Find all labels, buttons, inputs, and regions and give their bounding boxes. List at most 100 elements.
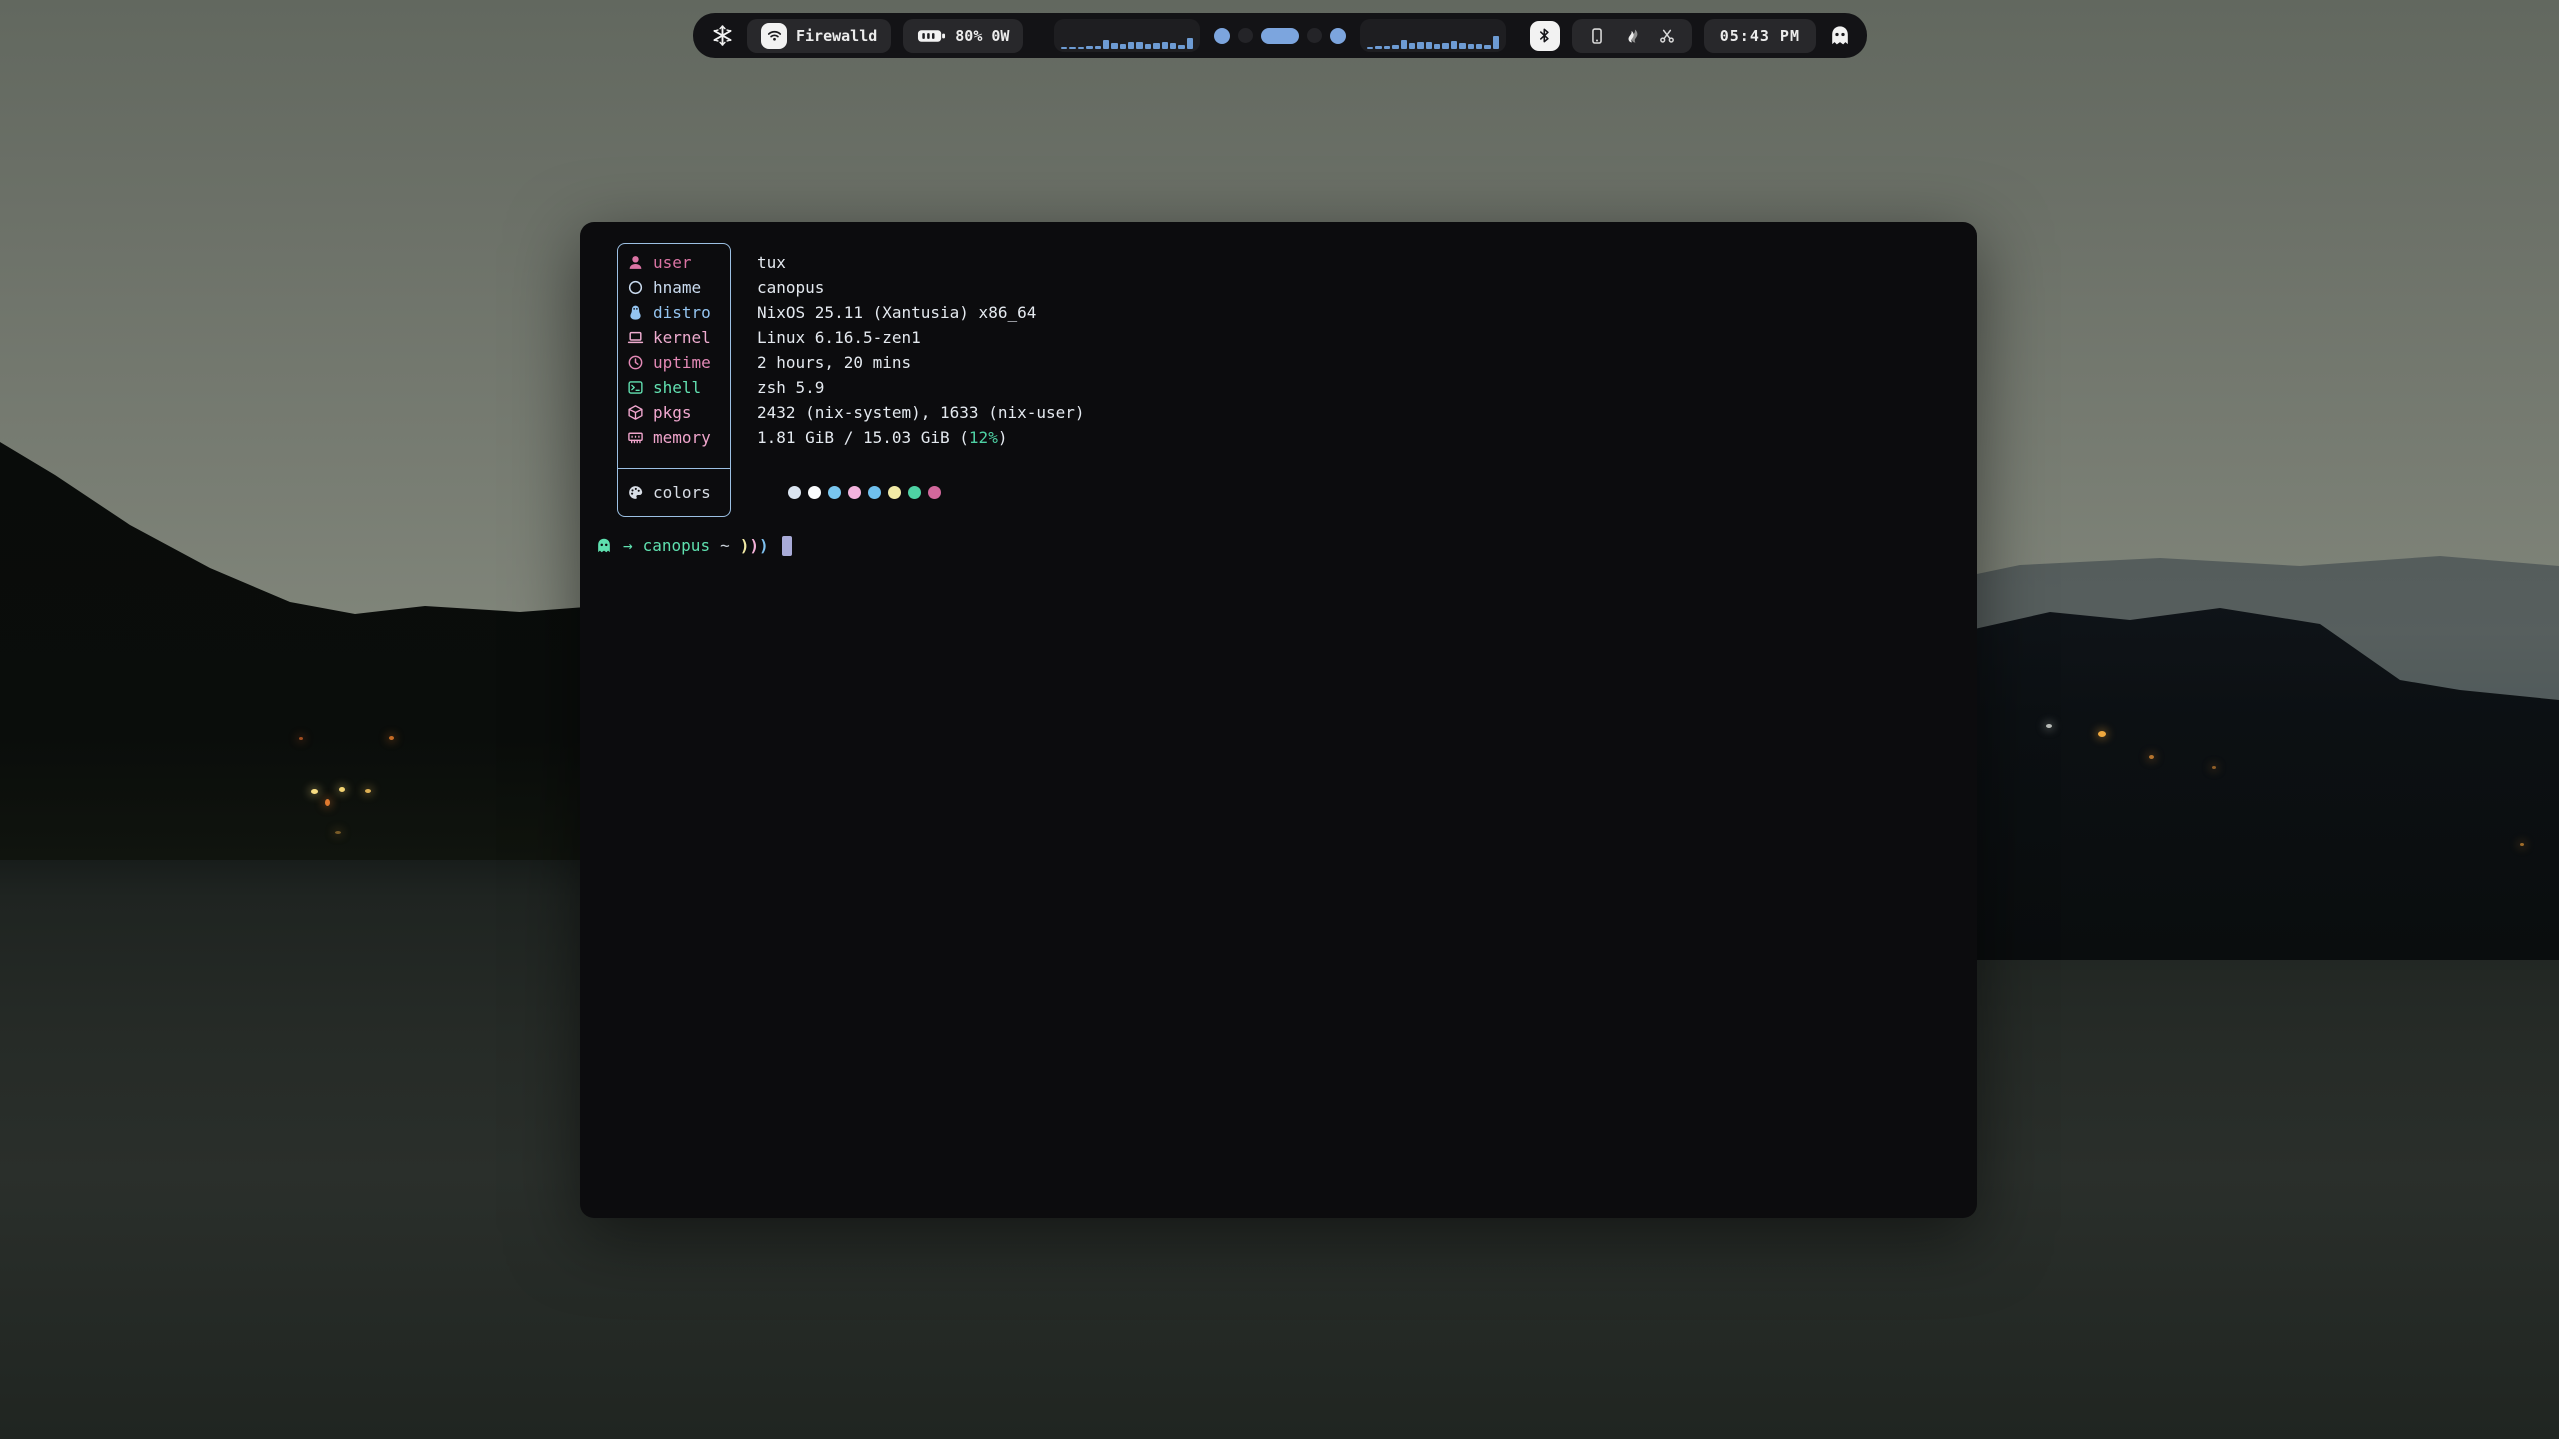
fetch-value-user: tux bbox=[757, 250, 1085, 275]
wifi-shield-icon bbox=[761, 23, 787, 49]
fetch-value-uptime: 2 hours, 20 mins bbox=[757, 350, 1085, 375]
palette-swatch-8 bbox=[928, 486, 941, 499]
workspace-5[interactable] bbox=[1330, 28, 1346, 44]
terminal-icon bbox=[627, 379, 644, 396]
graph-bar bbox=[1111, 43, 1117, 49]
phone-icon[interactable] bbox=[1588, 27, 1606, 45]
graph-bar bbox=[1128, 42, 1134, 49]
fetch-label-hname: hname bbox=[627, 275, 711, 300]
fetch-label-shell: shell bbox=[627, 375, 711, 400]
graph-bar bbox=[1153, 43, 1159, 49]
workspace-2[interactable] bbox=[1238, 28, 1253, 43]
graph-bar bbox=[1178, 45, 1184, 49]
fetch-value-kernel: Linux 6.16.5-zen1 bbox=[757, 325, 1085, 350]
graph-bar bbox=[1170, 43, 1176, 49]
village-light bbox=[365, 789, 371, 793]
village-light bbox=[2149, 755, 2154, 759]
graph-bar bbox=[1426, 42, 1432, 49]
clock-label: 05:43 PM bbox=[1720, 27, 1800, 45]
village-light bbox=[325, 799, 330, 806]
graph-bar bbox=[1384, 46, 1390, 49]
workspace-indicator bbox=[1208, 28, 1352, 44]
graph-bar bbox=[1442, 43, 1448, 49]
palette-swatch-7 bbox=[908, 486, 921, 499]
village-light bbox=[389, 736, 394, 740]
village-light bbox=[299, 737, 303, 740]
package-icon bbox=[627, 404, 644, 421]
firewall-chip[interactable]: Firewalld bbox=[747, 19, 891, 53]
flame-icon[interactable] bbox=[1623, 27, 1641, 45]
bluetooth-icon[interactable] bbox=[1530, 21, 1560, 51]
palette-swatch-4 bbox=[848, 486, 861, 499]
fetch-label-user: user bbox=[627, 250, 711, 275]
graph-bar bbox=[1392, 45, 1398, 49]
village-light bbox=[339, 787, 345, 792]
cpu-graph-left[interactable] bbox=[1054, 19, 1200, 52]
firewall-label: Firewalld bbox=[796, 27, 877, 45]
village-light bbox=[2046, 724, 2052, 728]
graph-bar bbox=[1459, 43, 1465, 49]
clock-chip[interactable]: 05:43 PM bbox=[1704, 19, 1816, 53]
fetch-label-kernel: kernel bbox=[627, 325, 711, 350]
scissors-icon[interactable] bbox=[1658, 27, 1676, 45]
desktop: Firewalld 80% 0W 05:43 PM bbox=[0, 0, 2559, 1439]
bar-left-group: Firewalld 80% 0W bbox=[709, 13, 1023, 58]
graph-bar bbox=[1069, 47, 1075, 49]
village-light bbox=[311, 789, 318, 794]
palette-swatch-6 bbox=[888, 486, 901, 499]
graph-bar bbox=[1367, 47, 1373, 49]
graph-bar bbox=[1095, 46, 1101, 49]
graph-bar bbox=[1145, 44, 1151, 49]
ram-icon bbox=[627, 429, 644, 446]
terminal-window[interactable]: userhnamedistrokerneluptimeshellpkgsmemo… bbox=[580, 222, 1977, 1218]
nixos-snowflake-icon[interactable] bbox=[709, 23, 735, 49]
graph-bar bbox=[1493, 36, 1499, 49]
penguin-icon bbox=[627, 304, 644, 321]
graph-bar bbox=[1187, 38, 1193, 49]
prompt-chevron: ) bbox=[759, 536, 769, 555]
workspace-4[interactable] bbox=[1307, 28, 1322, 43]
workspace-1[interactable] bbox=[1214, 28, 1230, 44]
palette-swatch-2 bbox=[808, 486, 821, 499]
graph-bar bbox=[1136, 42, 1142, 49]
fetch-value-pkgs: 2432 (nix-system), 1633 (nix-user) bbox=[757, 400, 1085, 425]
fetch-label-distro: distro bbox=[627, 300, 711, 325]
prompt-chevron: ) bbox=[749, 536, 759, 555]
graph-bar bbox=[1468, 44, 1474, 49]
graph-bar bbox=[1162, 42, 1168, 49]
fetch-values: tuxcanopusNixOS 25.11 (Xantusia) x86_64L… bbox=[757, 250, 1085, 450]
fetch-label-pkgs: pkgs bbox=[627, 400, 711, 425]
prompt-host: canopus bbox=[643, 536, 710, 555]
graph-bar bbox=[1061, 47, 1067, 49]
battery-icon bbox=[917, 28, 946, 44]
graph-bar bbox=[1103, 40, 1109, 49]
workspace-3-active[interactable] bbox=[1261, 28, 1299, 44]
graph-bar bbox=[1086, 46, 1092, 49]
palette-icon bbox=[627, 484, 644, 501]
battery-chip[interactable]: 80% 0W bbox=[903, 19, 1023, 53]
graph-bar bbox=[1417, 42, 1423, 49]
prompt-arrow: → bbox=[623, 536, 633, 555]
graph-bar bbox=[1476, 44, 1482, 49]
status-bar: Firewalld 80% 0W 05:43 PM bbox=[693, 13, 1867, 58]
graph-bar bbox=[1078, 47, 1084, 49]
graph-bar bbox=[1451, 41, 1457, 49]
palette-swatch-3 bbox=[828, 486, 841, 499]
cpu-graph-right[interactable] bbox=[1360, 19, 1506, 52]
graph-bar bbox=[1120, 44, 1126, 49]
graph-bar bbox=[1375, 46, 1381, 49]
palette-swatch-5 bbox=[868, 486, 881, 499]
fetch-value-distro: NixOS 25.11 (Xantusia) x86_64 bbox=[757, 300, 1085, 325]
prompt-path: ~ bbox=[720, 536, 730, 555]
prompt-chevrons: ))) bbox=[740, 536, 769, 555]
fetch-box-divider bbox=[618, 468, 730, 469]
graph-bar bbox=[1409, 43, 1415, 49]
ghost-icon[interactable] bbox=[1828, 24, 1852, 48]
bar-right-group: 05:43 PM bbox=[1530, 13, 1852, 58]
fetch-value-memory: 1.81 GiB / 15.03 GiB (12%) bbox=[757, 425, 1085, 450]
prompt-ghost-icon bbox=[595, 537, 613, 555]
laptop-icon bbox=[627, 329, 644, 346]
circle-icon bbox=[627, 279, 644, 296]
person-icon bbox=[627, 254, 644, 271]
colors-label: colors bbox=[653, 483, 711, 502]
